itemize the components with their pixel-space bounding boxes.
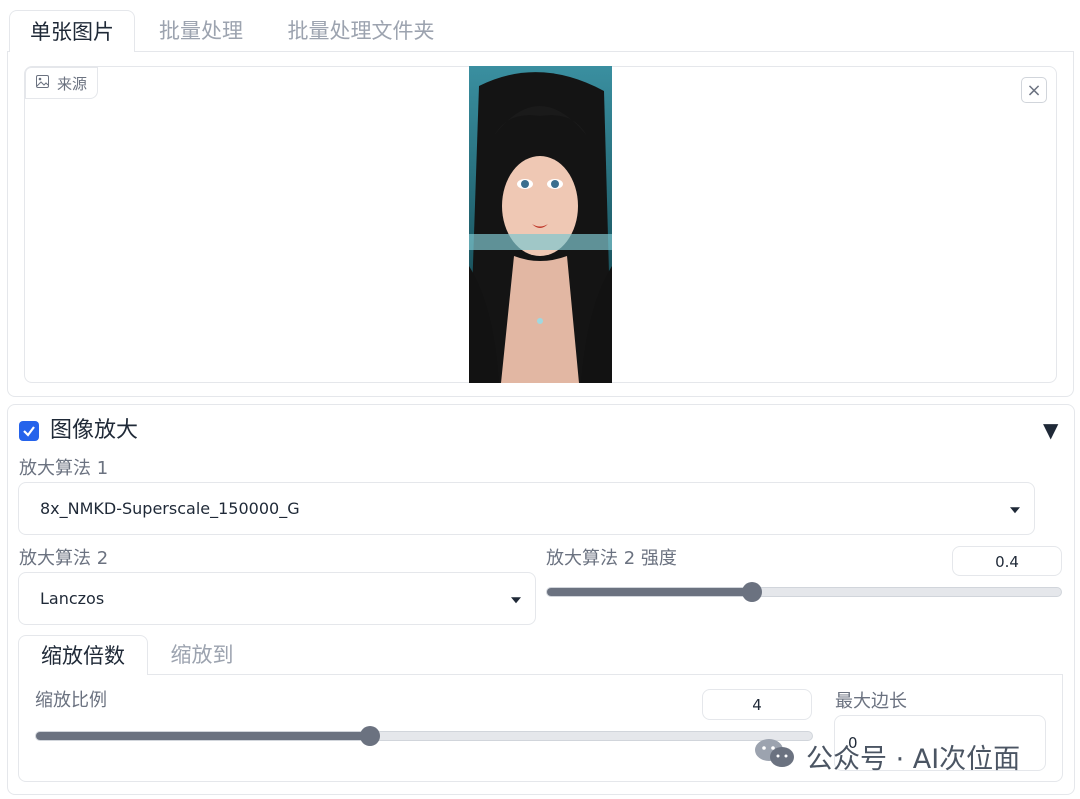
slider-thumb[interactable] (359, 726, 380, 746)
upscaler2-label: 放大算法 2 (19, 548, 109, 569)
tab-scale-by[interactable]: 缩放倍数 (18, 635, 148, 675)
upscaler1-value: 8x_NMKD-Superscale_150000_G (40, 499, 300, 518)
upscaler2-value: Lanczos (40, 589, 105, 608)
source-label-text: 来源 (57, 74, 88, 93)
chevron-down-icon (1010, 506, 1020, 513)
upscaler2-strength-input[interactable]: 0.4 (952, 546, 1062, 576)
watermark-text: 公众号 · AI次位面 (806, 744, 1021, 775)
upscaler1-label: 放大算法 1 (19, 458, 109, 479)
checkmark-icon (23, 426, 35, 437)
watermark: 公众号 · AI次位面 (754, 737, 1020, 776)
chevron-down-icon (511, 596, 521, 603)
upscaler2-strength-slider[interactable] (546, 587, 1062, 597)
tab-scale-to[interactable]: 缩放到 (152, 635, 252, 675)
close-icon: × (1026, 79, 1042, 101)
image-icon (36, 74, 49, 92)
tab-single-image[interactable]: 单张图片 (9, 10, 135, 52)
tab-batch-process[interactable]: 批量处理 (143, 10, 259, 52)
scale-ratio-label: 缩放比例 (35, 690, 107, 711)
scale-ratio-input[interactable]: 4 (702, 689, 812, 720)
source-label: 来源 (25, 67, 99, 99)
upscaler2-dropdown[interactable]: Lanczos (18, 572, 536, 625)
max-side-label: 最大边长 (835, 691, 907, 712)
upscaler1-dropdown[interactable]: 8x_NMKD-Superscale_150000_G (18, 482, 1035, 535)
upscale-enable-checkbox[interactable] (19, 421, 39, 441)
upscale-title: 图像放大 (50, 418, 139, 443)
upscaler2-strength-label: 放大算法 2 强度 (546, 548, 677, 569)
source-image-preview (469, 66, 612, 383)
tab-batch-folder[interactable]: 批量处理文件夹 (271, 10, 451, 52)
scale-ratio-slider[interactable] (35, 731, 813, 741)
wechat-icon (754, 737, 796, 776)
triangle-down-icon[interactable]: ▼ (1043, 418, 1058, 442)
image-mode-tabs: 单张图片 批量处理 批量处理文件夹 (0, 0, 1080, 52)
slider-fill (36, 732, 370, 740)
clear-image-button[interactable]: × (1021, 77, 1047, 103)
slider-fill (547, 588, 753, 596)
